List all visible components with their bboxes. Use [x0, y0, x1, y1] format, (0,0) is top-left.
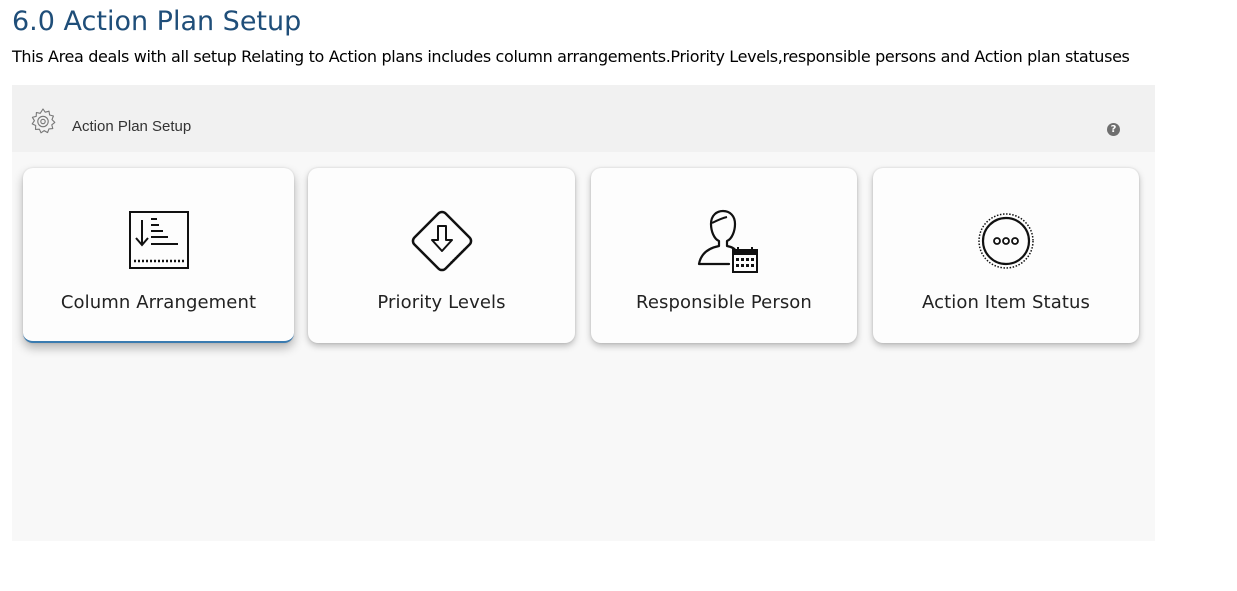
card-label: Action Item Status	[922, 292, 1090, 313]
status-dots-icon	[971, 206, 1041, 276]
sort-list-icon	[124, 206, 194, 276]
person-calendar-icon	[689, 206, 759, 276]
responsible-person-card[interactable]: Responsible Person	[591, 168, 857, 343]
card-label: Responsible Person	[636, 292, 812, 313]
action-item-status-card[interactable]: Action Item Status	[873, 168, 1139, 343]
page-description: This Area deals with all setup Relating …	[12, 47, 1130, 66]
priority-diamond-icon	[407, 206, 477, 276]
column-arrangement-card[interactable]: Column Arrangement	[23, 168, 294, 343]
card-label: Column Arrangement	[60, 292, 257, 313]
card-label: Priority Levels	[377, 292, 506, 313]
panel-title: Action Plan Setup	[72, 118, 192, 135]
panel-header: Action Plan Setup ?	[12, 85, 1155, 152]
action-plan-setup-panel: Action Plan Setup ? Column Arrangement P…	[12, 85, 1155, 541]
gear-icon	[27, 105, 59, 137]
help-icon[interactable]: ?	[1107, 123, 1120, 136]
priority-levels-card[interactable]: Priority Levels	[308, 168, 575, 343]
page-title: 6.0 Action Plan Setup	[12, 6, 302, 37]
